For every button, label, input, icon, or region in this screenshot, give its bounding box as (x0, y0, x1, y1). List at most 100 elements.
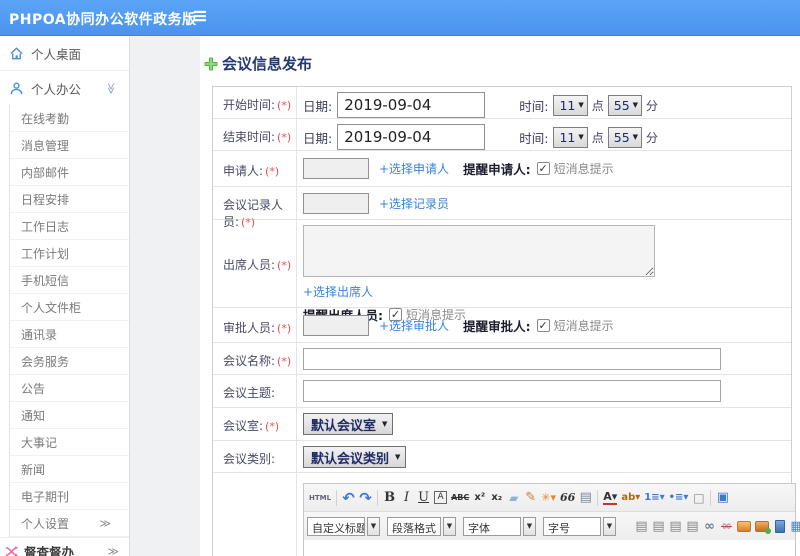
select-applicant-link[interactable]: +选择申请人 (379, 160, 449, 177)
required-marker: (*) (277, 99, 292, 112)
align-left-icon[interactable]: ▤ (633, 515, 650, 537)
end-hour-select[interactable]: 11 ▼ (553, 126, 588, 148)
select-attendee-link[interactable]: +选择出席人 (303, 285, 373, 299)
sidebar-subitem[interactable]: 会务服务 (10, 348, 129, 375)
align-center-icon[interactable]: ▤ (650, 515, 667, 537)
blockquote-icon[interactable]: 66 (558, 487, 577, 509)
recorder-input[interactable] (303, 192, 369, 214)
select-approver-link[interactable]: +选择审批人 (379, 317, 449, 334)
sidebar-subitem[interactable]: 手机短信 (10, 267, 129, 294)
superscript-icon[interactable]: x² (471, 487, 488, 509)
caret-down-icon[interactable]: ▼ (367, 516, 380, 536)
sidebar-subitem[interactable]: 在线考勤 (10, 105, 129, 132)
meeting-category-select[interactable]: 默认会议类别 ▼ (303, 446, 407, 468)
html-source-icon[interactable]: HTML (307, 487, 333, 509)
editor-content-area[interactable] (304, 540, 795, 556)
end-minute-select[interactable]: 55 ▼ (607, 126, 643, 148)
underline-icon[interactable]: U (415, 487, 432, 509)
meeting-name-input[interactable] (303, 348, 721, 370)
select-recorder-link[interactable]: +选择记录员 (379, 195, 449, 212)
table-icon[interactable]: ▦ (788, 515, 800, 537)
separator (336, 489, 338, 506)
editor-format-select[interactable]: 段落格式 ▼ (387, 516, 456, 536)
sidebar-subitem[interactable]: 通知 (10, 402, 129, 429)
end-date-input[interactable] (337, 124, 486, 150)
sidebar-subitem-label: 工作计划 (21, 246, 70, 261)
unlink-icon[interactable]: ∞ (718, 515, 735, 537)
align-right-icon[interactable]: ▤ (667, 515, 684, 537)
attendees-textarea[interactable] (303, 225, 655, 277)
caret-down-icon[interactable]: ▼ (603, 516, 616, 536)
sidebar-subitem[interactable]: 个人文件柜 (10, 294, 129, 321)
sidebar-subitem[interactable]: 工作计划 (10, 240, 129, 267)
sidebar-subitem-personal-settings[interactable]: 个人设置 ≫ (10, 510, 129, 537)
editor-format-select[interactable]: 字体 ▼ (463, 516, 536, 536)
subscript-icon[interactable]: x₂ (488, 487, 505, 509)
sidebar-item-personal-office[interactable]: 个人办公 ≫ (0, 71, 129, 105)
sms-checkbox[interactable]: ✓ (536, 162, 550, 175)
meeting-topic-input[interactable] (303, 380, 721, 402)
sidebar-subitem[interactable]: 通讯录 (10, 321, 129, 348)
strikethrough-icon[interactable]: ABC (449, 487, 471, 509)
separator (710, 489, 712, 506)
sms-label: 短消息提示 (553, 162, 614, 176)
form-row-recorder: 会议记录人员: (*) +选择记录员 (213, 187, 791, 229)
sidebar-submenu: 在线考勤 消息管理 内部邮件 日程安排 工作日志 工作计划 手机短信 个人文件柜… (9, 105, 129, 537)
caret-down-icon: ▼ (632, 101, 639, 109)
sidebar-item-personal-desktop[interactable]: 个人桌面 (0, 36, 129, 70)
preview-icon[interactable]: ▣ (714, 487, 731, 509)
sidebar-subitem-label: 工作日志 (21, 219, 70, 234)
sidebar-subitem[interactable]: 电子期刊 (10, 483, 129, 510)
sidebar-subitem[interactable]: 公告 (10, 375, 129, 402)
paste-word-icon[interactable]: ▤ (577, 487, 594, 509)
sidebar-subitem[interactable]: 大事记 (10, 429, 129, 456)
sidebar-subitem[interactable]: 内部邮件 (10, 159, 129, 186)
link-icon[interactable]: ∞ (701, 515, 718, 537)
format-brush-icon[interactable]: ✳▾ (539, 487, 558, 509)
form-row-end-time: 结束时间:(*) 日期: 时间: 11 ▼ 点 55 ▼ 分 (213, 119, 791, 151)
caret-down-icon[interactable]: ▼ (523, 516, 536, 536)
editor-format-select[interactable]: 字号 ▼ (543, 516, 616, 536)
sidebar-subitem[interactable]: 新闻 (10, 456, 129, 483)
chevron-down-icon[interactable]: ≫ (105, 82, 118, 94)
undo-icon[interactable]: ↶ (340, 487, 357, 509)
sidebar-subitem-label: 个人设置 (21, 516, 70, 531)
editor-format-select[interactable]: 自定义标题 ▼ (307, 516, 380, 536)
highlight-icon[interactable]: ab▾ (619, 487, 642, 509)
ordered-list-icon[interactable]: 1≡▾ (642, 487, 666, 509)
image-icon[interactable] (735, 515, 753, 537)
form-row-meeting-category: 会议类别: 默认会议类别 ▼ (213, 441, 791, 473)
redo-icon[interactable]: ↷ (357, 487, 374, 509)
separator (377, 489, 379, 506)
start-minute-select[interactable]: 55 ▼ (607, 94, 643, 116)
caret-down-icon[interactable]: ▼ (443, 516, 456, 536)
sms-checkbox[interactable]: ✓ (536, 318, 550, 332)
sidebar-subitem[interactable]: 工作日志 (10, 213, 129, 240)
italic-icon[interactable]: I (398, 487, 415, 509)
font-color-icon[interactable]: A▾ (601, 487, 619, 509)
app-title: PHPOA协同办公软件政务版 (9, 12, 197, 28)
sidebar-subitem-label: 在线考勤 (21, 111, 70, 126)
caret-down-icon: ▼ (395, 453, 401, 461)
sidebar-item-label: 个人办公 (31, 81, 82, 97)
hamburger-menu-icon[interactable]: ≡ (192, 5, 208, 27)
media-icon[interactable] (753, 515, 771, 537)
align-justify-icon[interactable]: ▤ (684, 515, 701, 537)
meeting-room-select[interactable]: 默认会议室 ▼ (303, 413, 394, 435)
unordered-list-icon[interactable]: •≡▾ (667, 487, 691, 509)
applicant-input[interactable] (303, 158, 369, 179)
start-hour-select[interactable]: 11 ▼ (553, 94, 588, 116)
meeting-form: 开始时间:(*) 日期: 时间: 11 ▼ 点 55 ▼ 分 (212, 86, 800, 556)
start-date-input[interactable] (337, 92, 486, 118)
sidebar-subitem[interactable]: 消息管理 (10, 132, 129, 159)
sidebar-subitem[interactable]: 日程安排 (10, 186, 129, 213)
sidebar-subitem-label: 个人文件柜 (21, 300, 82, 315)
eraser-icon[interactable]: ▰ (505, 487, 522, 509)
sidebar-item-supervision[interactable]: 督查督办 ≫ (0, 537, 129, 556)
new-page-icon[interactable]: □ (690, 487, 707, 509)
clean-format-icon[interactable]: ✎ (522, 487, 539, 509)
approver-input[interactable] (303, 314, 369, 336)
attachment-icon[interactable] (771, 515, 788, 537)
font-box-icon[interactable]: A (432, 487, 449, 509)
bold-icon[interactable]: B (381, 487, 398, 509)
